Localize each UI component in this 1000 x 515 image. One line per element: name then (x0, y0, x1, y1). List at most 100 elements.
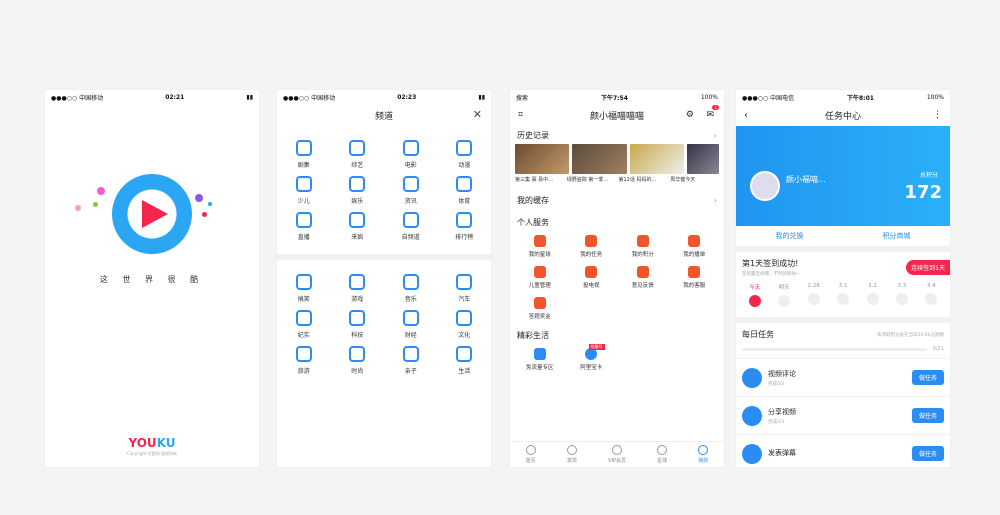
status-bar: ●●●○○ 中国电信 下午8:01 100% (736, 90, 950, 104)
do-task-button[interactable]: 做任务 (911, 446, 944, 461)
service-label: 儿童管理 (528, 283, 551, 289)
history-section[interactable]: 历史记录 › (510, 126, 724, 144)
history-thumb[interactable] (515, 144, 570, 174)
task-name: 分享视频 (768, 407, 796, 416)
service-item[interactable]: 投电视 (566, 262, 618, 293)
life-item-label: 阿里宝卡 (580, 365, 603, 371)
my-exchange-button[interactable]: 我的兑换 (776, 231, 804, 241)
tab-4[interactable]: 我的 (698, 445, 708, 464)
day-label: 3.3 (897, 283, 907, 289)
more-icon[interactable]: ⋮ (933, 110, 942, 120)
gift-icon (807, 293, 820, 305)
channel-item[interactable]: 汽车 (438, 270, 492, 306)
tab-1[interactable]: 发现 (566, 445, 577, 464)
channel-item[interactable]: 时尚 (331, 342, 385, 378)
settings-icon[interactable]: ⚙ (686, 110, 694, 120)
sign-header: 第1天签到成功! 签到赢连续哦，不然就断啦~ 连续签到1天 (736, 252, 950, 279)
history-thumb[interactable] (572, 144, 627, 174)
service-icon (533, 297, 546, 309)
do-task-button[interactable]: 做任务 (911, 408, 944, 423)
sign-day: 今天 (748, 283, 761, 317)
channel-item[interactable]: 纪实 (277, 306, 331, 342)
service-item[interactable]: 答题奖金 (514, 293, 566, 324)
gift-icon (866, 293, 879, 305)
do-task-button[interactable]: 做任务 (911, 370, 944, 385)
history-thumb[interactable] (687, 144, 719, 174)
progress-bar (742, 347, 927, 351)
channel-icon (349, 309, 366, 326)
section-title: 我的缓存 (517, 195, 549, 205)
day-label: 3.2 (868, 283, 877, 289)
points-mall-button[interactable]: 积分商城 (883, 231, 911, 241)
tab-2[interactable]: VIP会员 (608, 445, 626, 464)
channel-item[interactable]: 剧集 (277, 136, 331, 172)
channel-item[interactable]: 资讯 (384, 172, 438, 208)
sign-subtitle: 签到赢连续哦，不然就断啦~ (742, 272, 800, 277)
channel-item[interactable]: 综艺 (331, 136, 385, 172)
channel-item[interactable]: 财经 (384, 306, 438, 342)
channel-item[interactable]: 排行榜 (438, 208, 492, 244)
task-icon (742, 405, 762, 426)
channel-item[interactable]: 电影 (384, 136, 438, 172)
channel-item[interactable]: 来疯 (331, 208, 385, 244)
channel-item[interactable]: 自频道 (384, 208, 438, 244)
life-item[interactable]: 免流量专区 (514, 344, 566, 375)
life-item[interactable]: 抢靓号阿里宝卡 (566, 344, 618, 375)
service-item[interactable]: 我的客服 (669, 262, 721, 293)
channel-icon (402, 309, 419, 326)
history-thumb[interactable] (629, 144, 685, 174)
channel-screen: ●●●○○ 中国移动 02:23 ▮▮ 频道 ✕ 剧集 综艺 电影 动漫 少儿 娱乐 资讯 体育 直播… (277, 90, 491, 467)
service-item[interactable]: 意见反馈 (617, 262, 669, 293)
channel-icon (402, 175, 419, 192)
channel-label: 生活 (458, 367, 471, 375)
channel-item[interactable]: 亲子 (384, 342, 438, 378)
message-icon[interactable]: ✉ (706, 110, 714, 120)
tag-badge: 抢靓号 (588, 344, 605, 350)
service-item[interactable]: 我的星球 (514, 231, 566, 262)
close-icon[interactable]: ✕ (473, 108, 482, 121)
history-caption: 第12话 妈妈的… (618, 177, 657, 183)
channel-item[interactable]: 娱乐 (331, 172, 385, 208)
channel-item[interactable]: 动漫 (438, 136, 492, 172)
service-item[interactable]: 我的任务 (566, 231, 618, 262)
tab-icon (566, 445, 577, 455)
daily-note: 未领取积分会在当日24:00过期哦 (877, 332, 944, 338)
page-title: 频道 (374, 111, 393, 122)
status-bar: ●●●○○ 中国移动 02:21 ▮▮ (45, 90, 259, 104)
channel-item[interactable]: 旅游 (277, 342, 331, 378)
channel-item[interactable]: 体育 (438, 172, 492, 208)
channel-icon (402, 139, 419, 156)
slogan: 这 世 界 很 酷 (99, 275, 205, 284)
service-label: 我的播单 (683, 252, 706, 258)
channel-item[interactable]: 直播 (277, 208, 331, 244)
service-item[interactable]: 我的播单 (669, 231, 721, 262)
service-label: 我的客服 (683, 283, 706, 289)
scan-icon[interactable]: ⌗ (518, 110, 523, 120)
channel-item[interactable]: 科技 (331, 306, 385, 342)
tab-label: 我的 (698, 458, 709, 464)
service-icon (533, 235, 546, 247)
channel-label: 搞笑 (297, 295, 310, 303)
channel-grid-primary: 剧集 综艺 电影 动漫少儿 娱乐 资讯 体育直播 来疯 自频道 排行榜 (277, 126, 491, 244)
back-to-search[interactable]: 搜索 (516, 93, 528, 102)
cache-section[interactable]: 我的缓存 › (510, 191, 724, 209)
service-item[interactable]: 我的积分 (617, 231, 669, 262)
header: ‹ 任务中心 ⋮ (736, 104, 950, 126)
channel-item[interactable]: 搞笑 (277, 270, 331, 306)
channel-item[interactable]: 游戏 (331, 270, 385, 306)
channel-item[interactable]: 生活 (438, 342, 492, 378)
channel-item[interactable]: 少儿 (277, 172, 331, 208)
service-item[interactable]: 儿童管理 (514, 262, 566, 293)
clock: 下午7:54 (600, 94, 628, 102)
tab-0[interactable]: 首页 (525, 445, 536, 464)
service-icon (636, 235, 649, 247)
back-icon[interactable]: ‹ (744, 110, 748, 121)
tab-icon (698, 445, 709, 455)
tab-3[interactable]: 星球 (657, 445, 667, 464)
channel-item[interactable]: 音乐 (384, 270, 438, 306)
channel-icon (295, 175, 312, 192)
service-icon (585, 266, 598, 278)
service-label: 意见反馈 (631, 283, 654, 289)
channel-item[interactable]: 文化 (438, 306, 492, 342)
sign-day: 3.3 (895, 283, 908, 317)
